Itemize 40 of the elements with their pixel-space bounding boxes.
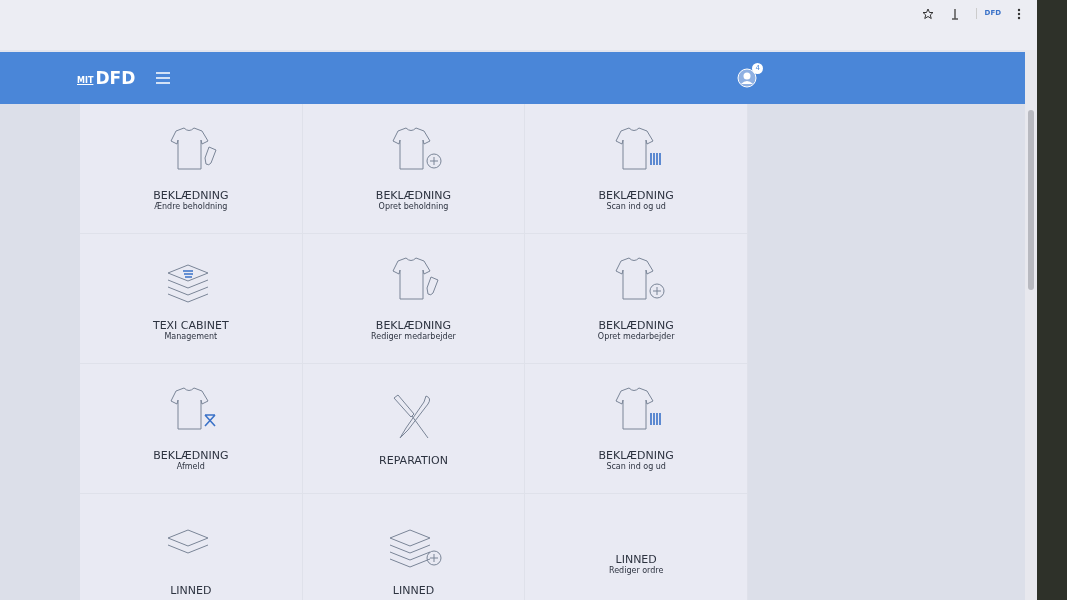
tile-title: BEKLÆDNING	[598, 318, 674, 332]
tile-subtitle: Scan ind og ud	[606, 462, 666, 473]
tile-title: BEKLÆDNING	[153, 188, 229, 202]
tile-title: BEKLÆDNING	[153, 448, 229, 462]
logo-prefix: MIT	[77, 76, 94, 85]
menu-tile[interactable]: BEKLÆDNING Opret beholdning	[302, 104, 526, 234]
scrollbar[interactable]	[1025, 50, 1037, 600]
tile-subtitle: Afmeld	[176, 462, 205, 473]
tile-subtitle: Scan ind og ud	[606, 202, 666, 213]
extension-icon[interactable]	[949, 8, 960, 20]
tile-subtitle: Management	[164, 332, 218, 343]
menu-tile[interactable]: BEKLÆDNING Rediger medarbejder	[302, 234, 526, 364]
tile-subtitle: Opret beholdning	[378, 202, 449, 213]
menu-tile[interactable]: LINNED Rediger ordre	[525, 494, 748, 600]
tile-subtitle: Rediger medarbejder	[371, 332, 456, 343]
menu-tile[interactable]: BEKLÆDNING Opret medarbejder	[525, 234, 748, 364]
tile-title: BEKLÆDNING	[375, 318, 452, 332]
menu-tile[interactable]: BEKLÆDNING Afmeld	[80, 364, 303, 494]
menu-tile[interactable]: TEXI CABINET Management	[80, 234, 303, 364]
tile-title: LINNED	[170, 583, 212, 598]
menu-tile[interactable]: LINNED	[80, 494, 303, 600]
tile-subtitle: Rediger ordre	[608, 566, 664, 577]
tile-title: LINNED	[615, 552, 657, 566]
tile-title: BEKLÆDNING	[598, 188, 674, 202]
tile-title: TEXI CABINET	[152, 318, 229, 332]
tile-title: LINNED	[392, 583, 435, 598]
user-avatar-icon[interactable]	[737, 68, 758, 88]
menu-tile[interactable]: BEKLÆDNING Scan ind og ud	[525, 364, 748, 494]
tile-title: BEKLÆDNING	[375, 188, 452, 202]
logo: DFD	[95, 69, 136, 87]
menu-icon[interactable]	[1017, 8, 1021, 20]
menu-tile[interactable]: REPARATION	[302, 364, 526, 494]
menu-tile[interactable]: BEKLÆDNING Scan ind og ud	[525, 104, 748, 234]
star-icon[interactable]	[921, 8, 934, 20]
tile-title: REPARATION	[379, 453, 448, 468]
tile-subtitle: Opret medarbejder	[597, 332, 675, 343]
tile-title: BEKLÆDNING	[598, 448, 674, 462]
menu-tile[interactable]: LINNED	[302, 494, 526, 600]
menu-tile[interactable]: BEKLÆDNING Ændre beholdning	[80, 104, 303, 234]
tile-subtitle: Ændre beholdning	[154, 202, 228, 213]
